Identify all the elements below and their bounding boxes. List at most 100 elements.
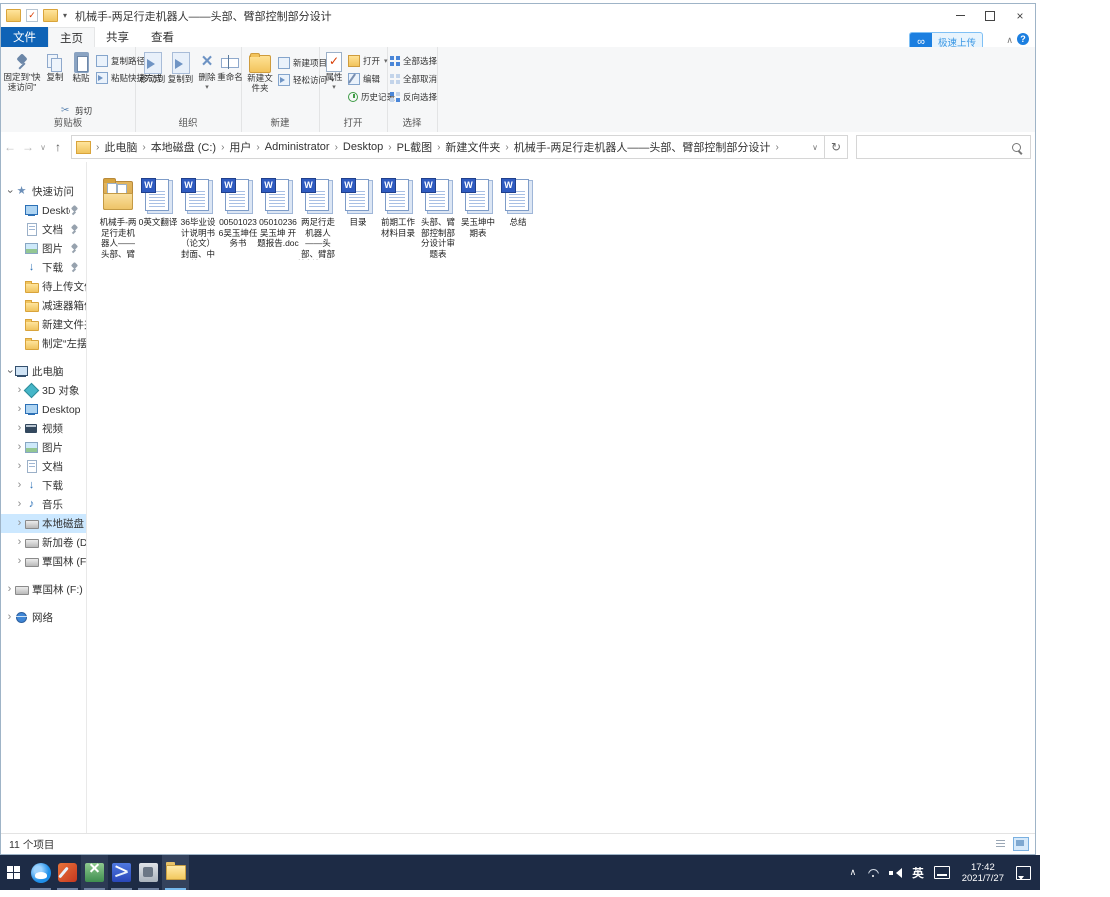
chevron-collapsed-icon[interactable]: ›: [14, 499, 25, 510]
recent-locations-dropdown-icon[interactable]: ∨: [37, 143, 49, 152]
file-tile-word-doc[interactable]: W 两足行走机器人——头部、臂部控制部分...: [297, 178, 339, 260]
file-tile-word-doc[interactable]: W 0英文翻译: [138, 178, 178, 228]
file-tile-word-doc[interactable]: W 05010236吴玉坤 开题报告.doc: [257, 178, 299, 249]
qat-new-folder-icon[interactable]: [43, 9, 58, 22]
sidebar-section-3[interactable]: › 网络: [1, 608, 86, 627]
up-button[interactable]: ↑: [49, 140, 67, 154]
file-tile-word-doc[interactable]: W 目录: [338, 178, 378, 228]
back-button[interactable]: ←: [1, 140, 19, 154]
edit-button[interactable]: 编辑: [348, 73, 380, 85]
collapse-ribbon-icon[interactable]: ∧: [1006, 35, 1013, 46]
restore-button[interactable]: [975, 4, 1005, 27]
breadcrumb-segment[interactable]: Administrator: [262, 141, 333, 153]
start-button[interactable]: [0, 855, 27, 890]
sidebar-item[interactable]: 减速器箱体零件的工: [1, 296, 86, 315]
sidebar-item[interactable]: › 文档: [1, 457, 86, 476]
sidebar-item[interactable]: › 视频: [1, 419, 86, 438]
file-tile-word-doc[interactable]: W 总结: [498, 178, 538, 228]
chevron-collapsed-icon[interactable]: ›: [14, 537, 25, 548]
ime-indicator[interactable]: 英: [912, 865, 924, 881]
pin-to-quick-access-button[interactable]: 固定到"快速访问": [3, 52, 41, 92]
breadcrumb-segment[interactable]: PL截图: [394, 139, 435, 155]
chevron-expanded-icon[interactable]: ›: [4, 186, 16, 197]
properties-button[interactable]: ✓ 属性 ▾: [322, 52, 346, 93]
chevron-collapsed-icon[interactable]: ›: [4, 584, 15, 595]
address-dropdown-icon[interactable]: ∨: [806, 143, 824, 152]
taskbar-app-explorer[interactable]: [162, 855, 189, 890]
file-tile-word-doc[interactable]: W 005010236吴玉坤任务书: [218, 178, 258, 249]
file-pane[interactable]: 机械手-两足行走机器人——头部、臂部... W 0英文翻译 W 36毕业设计说明书（论文…: [88, 162, 1035, 834]
taskbar-app-editor[interactable]: [108, 855, 135, 890]
taskbar-app-browser[interactable]: [27, 855, 54, 890]
large-icons-view-icon[interactable]: [1013, 837, 1029, 851]
taskbar-app-tool[interactable]: [54, 855, 81, 890]
move-to-button[interactable]: 移动到: [139, 52, 166, 84]
refresh-button[interactable]: ↻: [825, 135, 848, 159]
sidebar-item[interactable]: 新建文件夹: [1, 315, 86, 334]
breadcrumb-segment[interactable]: 新建文件夹: [442, 139, 503, 155]
chevron-collapsed-icon[interactable]: ›: [14, 518, 25, 529]
invert-selection-button[interactable]: 反向选择: [390, 91, 437, 103]
breadcrumb-segment[interactable]: 本地磁盘 (C:): [148, 139, 219, 155]
chevron-collapsed-icon[interactable]: ›: [14, 404, 25, 415]
sidebar-item[interactable]: › 3D 对象: [1, 381, 86, 400]
search-box[interactable]: [856, 135, 1031, 159]
breadcrumb-segment[interactable]: 机械手-两足行走机器人——头部、臂部控制部分设计: [511, 139, 774, 155]
sidebar-item[interactable]: 待上传文件: [1, 277, 86, 296]
minimize-button[interactable]: [945, 4, 975, 27]
file-tile-word-doc[interactable]: W 前期工作材料目录: [378, 178, 418, 238]
breadcrumb-segment[interactable]: 用户: [226, 139, 254, 155]
address-box[interactable]: › 此电脑 › 本地磁盘 (C:) › 用户 › Administrator › Desktop ›…: [71, 135, 825, 159]
rename-button[interactable]: 重命名: [217, 52, 243, 82]
sidebar-item[interactable]: ↓ 下载: [1, 258, 86, 277]
file-tile-word-doc[interactable]: W 吴玉坤中期表: [458, 178, 498, 238]
chevron-collapsed-icon[interactable]: ›: [14, 556, 25, 567]
forward-button[interactable]: →: [19, 140, 37, 154]
sidebar-item[interactable]: 制定“左摆动杠杆”的: [1, 334, 86, 353]
hidden-icons-button[interactable]: ∧: [845, 867, 862, 878]
volume-icon[interactable]: [889, 867, 903, 878]
sidebar-item[interactable]: 图片: [1, 239, 86, 258]
sidebar-item[interactable]: Desktop: [1, 201, 86, 220]
touch-keyboard-icon[interactable]: [933, 866, 950, 879]
chevron-collapsed-icon[interactable]: ›: [14, 442, 25, 453]
open-button[interactable]: 打开 ▾: [348, 55, 388, 67]
close-button[interactable]: ×: [1005, 4, 1035, 27]
file-tile-folder[interactable]: 机械手-两足行走机器人——头部、臂部...: [98, 178, 138, 260]
sidebar-section-2[interactable]: › 覃国林 (F:): [1, 580, 86, 599]
chevron-expanded-icon[interactable]: ›: [4, 366, 16, 377]
sidebar-item[interactable]: › ↓ 下载: [1, 476, 86, 495]
copy-button[interactable]: 复制: [43, 52, 67, 82]
help-icon[interactable]: ?: [1017, 33, 1029, 45]
tab-file[interactable]: 文件: [1, 27, 48, 47]
sidebar-item[interactable]: 文档: [1, 220, 86, 239]
tab-view[interactable]: 查看: [140, 27, 185, 47]
sidebar-section-1[interactable]: › 此电脑: [1, 362, 86, 381]
paste-button[interactable]: 粘贴: [68, 52, 94, 83]
sidebar-item[interactable]: › 本地磁盘 (C:): [1, 514, 86, 533]
delete-button[interactable]: × 删除 ▾: [195, 52, 219, 93]
tab-home[interactable]: 主页: [48, 27, 95, 47]
new-folder-button[interactable]: 新建文件夹: [244, 52, 276, 93]
qat-customize-dropdown-icon[interactable]: ▾: [63, 11, 67, 20]
tab-share[interactable]: 共享: [95, 27, 140, 47]
details-view-icon[interactable]: [993, 837, 1009, 851]
sidebar-item[interactable]: › 图片: [1, 438, 86, 457]
file-tile-word-doc[interactable]: W 头部、臂部控制部分设计审题表: [418, 178, 458, 259]
network-icon[interactable]: [866, 868, 879, 878]
action-center-icon[interactable]: [1016, 865, 1031, 880]
sidebar-item[interactable]: › 新加卷 (D:): [1, 533, 86, 552]
chevron-collapsed-icon[interactable]: ›: [14, 423, 25, 434]
sidebar-item[interactable]: › 覃国林 (F:): [1, 552, 86, 571]
chevron-collapsed-icon[interactable]: ›: [14, 480, 25, 491]
taskbar-app-sheet[interactable]: [81, 855, 108, 890]
select-all-button[interactable]: 全部选择: [390, 55, 437, 67]
chevron-collapsed-icon[interactable]: ›: [14, 461, 25, 472]
sidebar-section-0[interactable]: › ★ 快速访问: [1, 182, 86, 201]
chevron-collapsed-icon[interactable]: ›: [4, 612, 15, 623]
file-tile-word-doc[interactable]: W 36毕业设计说明书（论文）封面、中外...: [178, 178, 218, 260]
qat-properties-icon[interactable]: ✓: [26, 9, 38, 22]
breadcrumb-segment[interactable]: Desktop: [340, 141, 386, 153]
search-input[interactable]: [857, 141, 1012, 153]
select-none-button[interactable]: 全部取消: [390, 73, 437, 85]
